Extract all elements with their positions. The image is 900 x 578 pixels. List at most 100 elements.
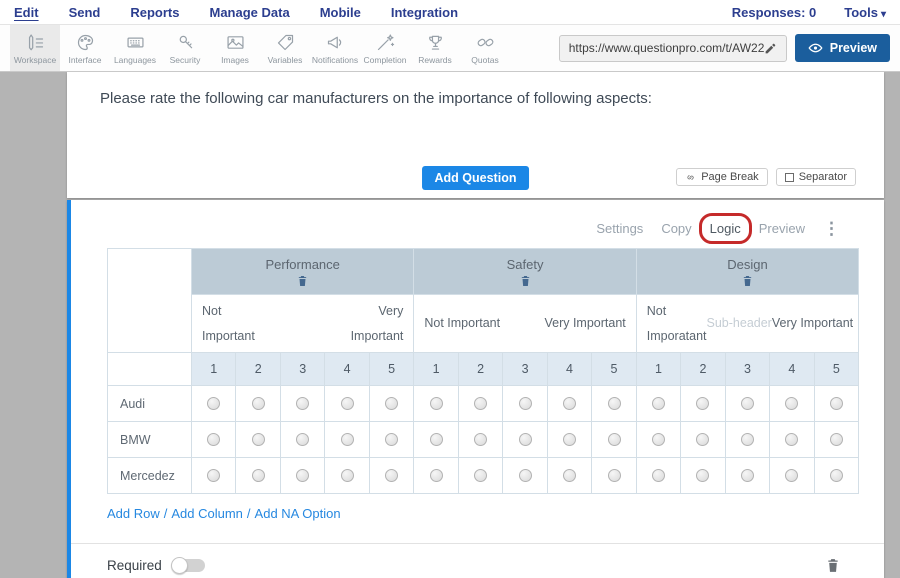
radio-button[interactable]	[296, 469, 309, 482]
question-settings-button[interactable]: Settings	[596, 221, 643, 236]
toolbar-item-quotas[interactable]: Quotas	[460, 25, 510, 71]
delete-column-group-icon[interactable]	[297, 275, 308, 287]
radio-button[interactable]	[296, 433, 309, 446]
nav-reports[interactable]: Reports	[130, 5, 179, 20]
radio-button[interactable]	[519, 469, 532, 482]
toolbar-item-completion[interactable]: Completion	[360, 25, 410, 71]
toolbar-item-notifications[interactable]: Notifications	[310, 25, 360, 71]
radio-button[interactable]	[385, 469, 398, 482]
required-toggle[interactable]	[172, 559, 205, 572]
tools-menu[interactable]: Tools▾	[844, 5, 886, 20]
radio-button[interactable]	[519, 397, 532, 410]
radio-button[interactable]	[741, 433, 754, 446]
radio-button[interactable]	[341, 469, 354, 482]
row-label-mercedez[interactable]: Mercedez	[108, 458, 192, 494]
radio-button[interactable]	[830, 397, 843, 410]
subheader-right-label[interactable]: Very Important	[544, 311, 625, 336]
more-options-icon[interactable]: ⋮	[823, 220, 840, 237]
radio-button[interactable]	[430, 397, 443, 410]
delete-column-group-icon[interactable]	[742, 275, 753, 287]
table-row: BMW	[108, 422, 859, 458]
page-break-button[interactable]: Page Break	[676, 168, 767, 186]
radio-button[interactable]	[608, 433, 621, 446]
separator-button[interactable]: Separator	[776, 168, 856, 186]
toolbar-item-images[interactable]: Images	[210, 25, 260, 71]
radio-button[interactable]	[430, 433, 443, 446]
column-group-safety[interactable]: Safety	[414, 249, 636, 295]
add-column-link[interactable]: Add Column	[171, 506, 243, 521]
radio-button[interactable]	[741, 397, 754, 410]
nav-send[interactable]: Send	[69, 5, 101, 20]
nav-manage-data[interactable]: Manage Data	[209, 5, 289, 20]
radio-button[interactable]	[563, 469, 576, 482]
radio-button[interactable]	[563, 433, 576, 446]
question-copy-button[interactable]: Copy	[661, 221, 691, 236]
radio-button[interactable]	[696, 397, 709, 410]
row-label-bmw[interactable]: BMW	[108, 422, 192, 458]
radio-button[interactable]	[563, 397, 576, 410]
subheader-left-label[interactable]: Not Imporatant	[647, 299, 707, 349]
survey-url-input[interactable]	[569, 41, 764, 55]
radio-button[interactable]	[385, 397, 398, 410]
page-break-icon	[685, 172, 696, 183]
toolbar-item-workspace[interactable]: Workspace	[10, 25, 60, 71]
add-question-button[interactable]: Add Question	[422, 166, 530, 190]
radio-button[interactable]	[652, 397, 665, 410]
radio-button[interactable]	[207, 397, 220, 410]
subheader-placeholder[interactable]: Sub-header	[707, 311, 772, 336]
subheader-right-label[interactable]: Very Important	[772, 311, 853, 336]
radio-button[interactable]	[696, 469, 709, 482]
question-title: Please rate the following car manufactur…	[67, 72, 884, 107]
add-row-link[interactable]: Add Row	[107, 506, 160, 521]
subheader-left-label[interactable]: Not Important	[424, 311, 500, 336]
delete-column-group-icon[interactable]	[520, 275, 531, 287]
radio-button[interactable]	[252, 469, 265, 482]
radio-button[interactable]	[741, 469, 754, 482]
radio-button[interactable]	[608, 469, 621, 482]
nav-edit[interactable]: Edit	[14, 5, 39, 20]
radio-button[interactable]	[785, 469, 798, 482]
toolbar-item-interface[interactable]: Interface	[60, 25, 110, 71]
table-row: Mercedez	[108, 458, 859, 494]
radio-button[interactable]	[341, 397, 354, 410]
row-label-audi[interactable]: Audi	[108, 386, 192, 422]
radio-button[interactable]	[341, 433, 354, 446]
toolbar-item-languages[interactable]: Languages	[110, 25, 160, 71]
column-group-design[interactable]: Design	[636, 249, 858, 295]
question-preview-button[interactable]: Preview	[759, 221, 805, 236]
radio-button[interactable]	[252, 397, 265, 410]
edit-url-pencil-icon[interactable]	[764, 40, 780, 56]
column-group-performance[interactable]: Performance	[192, 249, 414, 295]
radio-button[interactable]	[830, 433, 843, 446]
subheader-left-label[interactable]: Not Important	[202, 299, 276, 349]
radio-button[interactable]	[296, 397, 309, 410]
radio-button[interactable]	[696, 433, 709, 446]
radio-button[interactable]	[519, 433, 532, 446]
nav-mobile[interactable]: Mobile	[320, 5, 361, 20]
radio-button[interactable]	[430, 469, 443, 482]
radio-button[interactable]	[652, 469, 665, 482]
delete-question-icon[interactable]	[826, 557, 840, 574]
radio-button[interactable]	[252, 433, 265, 446]
toolbar-item-security[interactable]: Security	[160, 25, 210, 71]
radio-button[interactable]	[385, 433, 398, 446]
radio-button[interactable]	[474, 469, 487, 482]
radio-button[interactable]	[207, 433, 220, 446]
question-logic-button[interactable]: Logic	[710, 221, 741, 236]
subheader-right-label[interactable]: Very Important	[329, 299, 403, 349]
top-nav-bar: Edit Send Reports Manage Data Mobile Int…	[0, 0, 900, 25]
radio-button[interactable]	[785, 433, 798, 446]
wand-icon	[375, 32, 396, 53]
add-na-option-link[interactable]: Add NA Option	[255, 506, 341, 521]
preview-button[interactable]: Preview	[795, 34, 890, 62]
radio-button[interactable]	[608, 397, 621, 410]
radio-button[interactable]	[652, 433, 665, 446]
radio-button[interactable]	[474, 433, 487, 446]
radio-button[interactable]	[830, 469, 843, 482]
radio-button[interactable]	[785, 397, 798, 410]
nav-integration[interactable]: Integration	[391, 5, 458, 20]
toolbar-item-rewards[interactable]: Rewards	[410, 25, 460, 71]
radio-button[interactable]	[474, 397, 487, 410]
radio-button[interactable]	[207, 469, 220, 482]
toolbar-item-variables[interactable]: Variables	[260, 25, 310, 71]
